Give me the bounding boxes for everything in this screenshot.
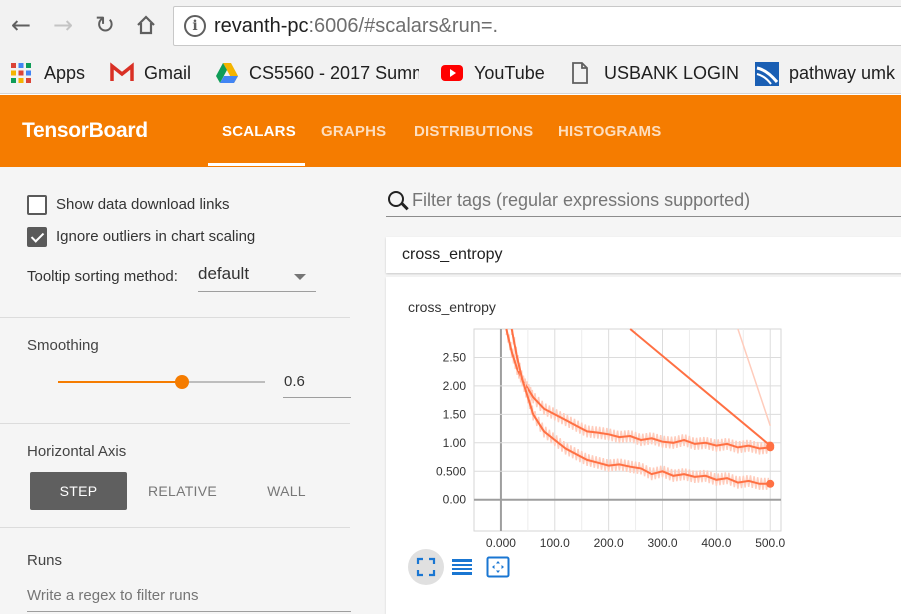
- fit-domain-icon[interactable]: [408, 549, 444, 585]
- forward-arrow-icon[interactable]: →: [50, 11, 76, 39]
- series-smoothed-line: [629, 328, 771, 447]
- page-icon: [570, 62, 592, 84]
- chevron-down-icon: [294, 274, 306, 280]
- toggle-log-scale-icon[interactable]: [444, 549, 480, 585]
- cross-entropy-chart[interactable]: 0.000 100.0 200.0 300.0 400.0 500.0 0.00 0.500 1…: [386, 277, 806, 547]
- browser-toolbar: ← → ↻ i revanth-pc:6006/#scalars&run=.: [0, 0, 901, 52]
- y-tick-label: 1.50: [443, 407, 467, 421]
- bookmark-label: pathway umk: [789, 62, 896, 83]
- info-icon[interactable]: i: [184, 15, 206, 37]
- x-tick-label: 100.0: [540, 536, 570, 547]
- axis-wall-button[interactable]: WALL: [240, 472, 333, 510]
- bookmark-label: CS5560 - 2017 Summ: [249, 62, 419, 83]
- series-raw-line: [737, 328, 771, 426]
- google-drive-icon: [215, 62, 238, 84]
- smoothing-slider-thumb[interactable]: [175, 375, 190, 389]
- x-tick-label: 200.0: [594, 536, 624, 547]
- search-icon: [388, 191, 404, 207]
- tooltip-sorting-value: default: [198, 264, 250, 283]
- bookmark-youtube[interactable]: YouTube: [440, 60, 545, 86]
- series-endpoint: [766, 441, 775, 450]
- tooltip-sorting-label: Tooltip sorting method:: [27, 268, 178, 285]
- tab-distributions[interactable]: DISTRIBUTIONS: [414, 123, 533, 140]
- bookmarks-bar: Apps Gmail CS5560 - 2017 Summ YouTube US…: [0, 52, 901, 94]
- category-title: cross_entropy: [402, 246, 503, 263]
- address-bar[interactable]: i revanth-pc:6006/#scalars&run=.: [173, 6, 901, 46]
- smoothing-slider[interactable]: [58, 375, 265, 389]
- tab-graphs[interactable]: GRAPHS: [321, 123, 386, 140]
- y-tick-label: 0.500: [436, 464, 466, 478]
- series-raw-line: [505, 328, 770, 455]
- reload-icon[interactable]: ↻: [92, 11, 118, 39]
- ignore-outliers-label: Ignore outliers in chart scaling: [56, 228, 256, 245]
- category-header[interactable]: cross_entropy: [386, 237, 901, 273]
- bookmark-gmail[interactable]: Gmail: [110, 60, 191, 86]
- axis-relative-button[interactable]: RELATIVE: [135, 472, 230, 510]
- series-endpoint: [766, 479, 775, 488]
- y-tick-label: 2.50: [443, 350, 467, 364]
- x-tick-label: 0.000: [486, 536, 516, 547]
- series-smoothed-line: [510, 328, 771, 485]
- smoothing-value-input[interactable]: 0.6: [283, 370, 351, 398]
- divider: [0, 527, 350, 528]
- bookmark-label: YouTube: [474, 62, 545, 83]
- horizontal-axis-label: Horizontal Axis: [27, 443, 127, 460]
- ignore-outliers-checkbox[interactable]: [27, 227, 47, 247]
- back-arrow-icon[interactable]: ←: [8, 11, 34, 39]
- x-tick-label: 500.0: [755, 536, 785, 547]
- show-download-links-checkbox[interactable]: [27, 195, 47, 215]
- tag-filter-placeholder: Filter tags (regular expressions support…: [412, 190, 751, 210]
- gmail-icon: [110, 62, 134, 84]
- x-tick-label: 400.0: [701, 536, 731, 547]
- smoothing-label: Smoothing: [27, 337, 99, 354]
- bookmark-cs5560[interactable]: CS5560 - 2017 Summ: [215, 60, 419, 86]
- main-panel: Filter tags (regular expressions support…: [370, 167, 901, 614]
- bookmark-pathway[interactable]: pathway umk: [755, 60, 895, 86]
- pathway-icon: [755, 62, 779, 86]
- runs-label: Runs: [27, 552, 63, 569]
- bookmark-label: Apps: [44, 62, 86, 83]
- tab-histograms[interactable]: HISTOGRAMS: [558, 123, 661, 140]
- bookmark-apps[interactable]: Apps: [10, 60, 85, 86]
- chart-card: cross_entropy 0.000 100.0 200.0 300.0 400.0 5…: [386, 277, 901, 614]
- reset-zoom-icon[interactable]: [480, 549, 516, 585]
- tooltip-sorting-select[interactable]: default: [198, 262, 316, 292]
- axis-step-button[interactable]: STEP: [30, 472, 127, 510]
- active-tab-indicator: [208, 163, 305, 166]
- home-icon[interactable]: [133, 12, 159, 38]
- tensorboard-header: TensorBoard SCALARS GRAPHS DISTRIBUTIONS…: [0, 95, 901, 167]
- smoothing-slider-fill: [58, 381, 183, 383]
- x-tick-label: 300.0: [647, 536, 677, 547]
- bookmark-label: Gmail: [144, 62, 192, 83]
- y-tick-label: 0.00: [443, 493, 467, 507]
- apps-grid-icon: [10, 62, 32, 84]
- app-title: TensorBoard: [22, 119, 148, 142]
- url-text: revanth-pc:6006/#scalars&run=.: [214, 15, 499, 37]
- y-tick-label: 2.00: [443, 379, 467, 393]
- y-tick-label: 1.00: [443, 436, 467, 450]
- bookmark-usbank[interactable]: USBANK LOGIN: [570, 60, 739, 86]
- tag-filter-input[interactable]: Filter tags (regular expressions support…: [386, 185, 901, 217]
- youtube-icon: [440, 62, 463, 84]
- show-download-links-label: Show data download links: [56, 196, 230, 213]
- sidebar: Show data download links Ignore outliers…: [0, 167, 370, 614]
- bookmark-label: USBANK LOGIN: [604, 62, 740, 83]
- divider: [0, 423, 350, 424]
- runs-filter-input[interactable]: Write a regex to filter runs: [27, 587, 351, 612]
- tab-scalars[interactable]: SCALARS: [222, 123, 296, 140]
- divider: [0, 317, 350, 318]
